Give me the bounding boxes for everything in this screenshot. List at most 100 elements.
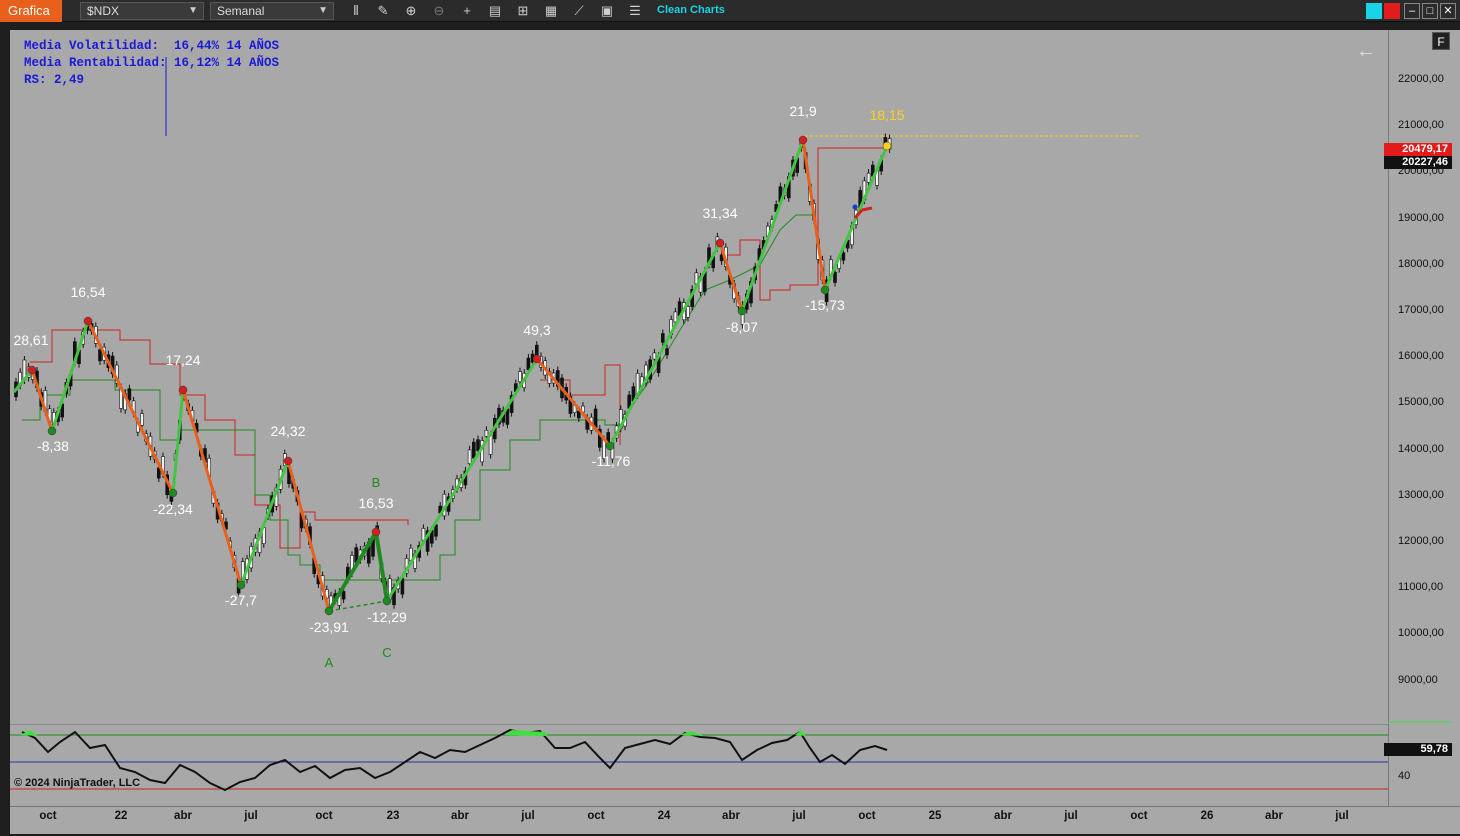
current-marker-blue <box>852 204 858 210</box>
time-axis-label: oct <box>1130 810 1148 822</box>
time-axis-label: jul <box>1064 810 1078 822</box>
time-axis-label: jul <box>521 810 535 822</box>
time-axis-label: oct <box>39 810 57 822</box>
candle-body <box>518 371 522 383</box>
pivot-dot <box>605 441 615 451</box>
zigzag-leg <box>286 460 331 612</box>
swing-label: -8,07 <box>726 319 758 335</box>
candle-body <box>127 388 132 401</box>
time-axis-label: 22 <box>114 810 128 822</box>
stats-volatility: Media Volatilidad: 16,44% 14 AÑOS <box>24 39 280 53</box>
price-axis-label: 19000,00 <box>1398 211 1444 224</box>
time-axis-label: 23 <box>386 810 400 822</box>
time-axis-label: jul <box>1335 810 1349 822</box>
price-axis-label: 16000,00 <box>1398 350 1444 363</box>
swing-label: -27,7 <box>225 592 257 608</box>
price-axis-label: 17000,00 <box>1398 304 1444 316</box>
pivot-dot <box>371 527 381 537</box>
time-axis-label: 26 <box>1200 810 1214 822</box>
zigzag-leg <box>50 320 90 432</box>
time-axis-label: abr <box>722 810 740 822</box>
chart-overlay: 28,61 -8,38 16,54 -22,34 17,24 -27,7 24,32 -23,… <box>10 57 1452 792</box>
stats-box: Media Volatilidad: 16,44% 14 AÑOS Media R… <box>24 38 279 89</box>
candle-body <box>476 439 480 451</box>
pivot-dot <box>882 141 892 151</box>
price-axis-label: 12000,00 <box>1398 535 1444 547</box>
pivot-dot <box>532 354 542 364</box>
time-axis-label: abr <box>174 810 192 822</box>
zigzag-leg <box>718 242 744 312</box>
candle-body <box>484 429 489 437</box>
swing-label: -12,29 <box>367 609 407 625</box>
zigzag-leg <box>181 389 243 586</box>
pivot-dot <box>27 365 37 375</box>
candle-body <box>841 252 846 261</box>
trailing-stop-green <box>22 379 618 581</box>
time-axis-label: 24 <box>657 810 671 822</box>
candle-body <box>660 333 665 343</box>
swing-label: -11,76 <box>592 453 631 469</box>
price-axis-label: 13000,00 <box>1398 488 1444 501</box>
pivot-dot <box>382 596 392 606</box>
candle-body <box>400 578 405 595</box>
candle-body <box>471 441 476 459</box>
time-axis-label: abr <box>1265 810 1283 822</box>
swing-label: 31,34 <box>702 205 737 221</box>
pivot-dot <box>798 135 808 145</box>
pivot-dot <box>83 316 93 326</box>
stats-return: Media Rentabilidad: 16,12% 14 AÑOS <box>24 56 280 70</box>
swing-label: 16,54 <box>70 284 105 300</box>
candle-body <box>593 408 598 428</box>
zigzag-leg <box>385 358 539 602</box>
swing-label: 18,15 <box>869 107 904 123</box>
zigzag-leg <box>171 389 185 494</box>
pivot-dot <box>178 385 188 395</box>
candle-body <box>833 271 837 283</box>
candle-body <box>467 449 472 464</box>
indicator-level-label: 40 <box>1398 770 1411 782</box>
swing-label: 24,32 <box>270 423 305 439</box>
swing-label: 49,3 <box>523 322 550 338</box>
time-axis-label: oct <box>587 810 605 822</box>
candle-body <box>341 591 346 600</box>
pivot-dot <box>737 306 747 316</box>
pivot-dot <box>283 456 293 466</box>
time-axis-label: jul <box>244 810 258 822</box>
time-axis-label: oct <box>315 810 333 822</box>
trailing-stop-red-3 <box>720 147 885 301</box>
time-axis-label: abr <box>994 810 1012 822</box>
wave-label: B <box>372 475 381 490</box>
zigzag-leg <box>239 460 290 586</box>
swing-label: -8,38 <box>37 438 69 454</box>
price-axis-label: 22000,00 <box>1398 73 1444 85</box>
back-arrow-icon[interactable]: ← <box>1356 40 1376 63</box>
zigzag-leg <box>535 358 612 447</box>
f-button[interactable]: F <box>1432 32 1450 50</box>
time-axis-label: jul <box>792 810 806 822</box>
pivot-dot <box>47 426 57 436</box>
time-axis-label: 25 <box>928 810 942 822</box>
pivot-dot <box>715 238 725 248</box>
time-axis-label: abr <box>451 810 469 822</box>
candle-body <box>526 357 531 370</box>
swing-label: -15,73 <box>805 297 845 313</box>
candle-body <box>652 352 657 360</box>
swing-label: 17,24 <box>165 352 200 368</box>
oscillator-line <box>21 728 888 792</box>
price-axis-label: 9000,00 <box>1398 673 1438 686</box>
candle-body <box>534 344 539 357</box>
current-marker-red <box>861 206 873 212</box>
indicator-value-tag: 59,78 <box>1384 743 1452 756</box>
swing-label: 28,61 <box>13 332 48 348</box>
pivot-dot <box>168 488 178 498</box>
price-axis-label: 18000,00 <box>1398 257 1444 270</box>
zigzag-leg <box>608 242 722 447</box>
candle-body <box>866 172 871 183</box>
swing-label: 16,53 <box>358 495 393 511</box>
wave-label: C <box>382 645 391 660</box>
price-axis-label: 21000,00 <box>1398 119 1444 132</box>
candle-body <box>140 413 144 426</box>
high-price-tag: 20479,17 <box>1384 143 1452 156</box>
price-axis-label: 10000,00 <box>1398 627 1444 640</box>
zigzag-leg <box>30 369 54 432</box>
